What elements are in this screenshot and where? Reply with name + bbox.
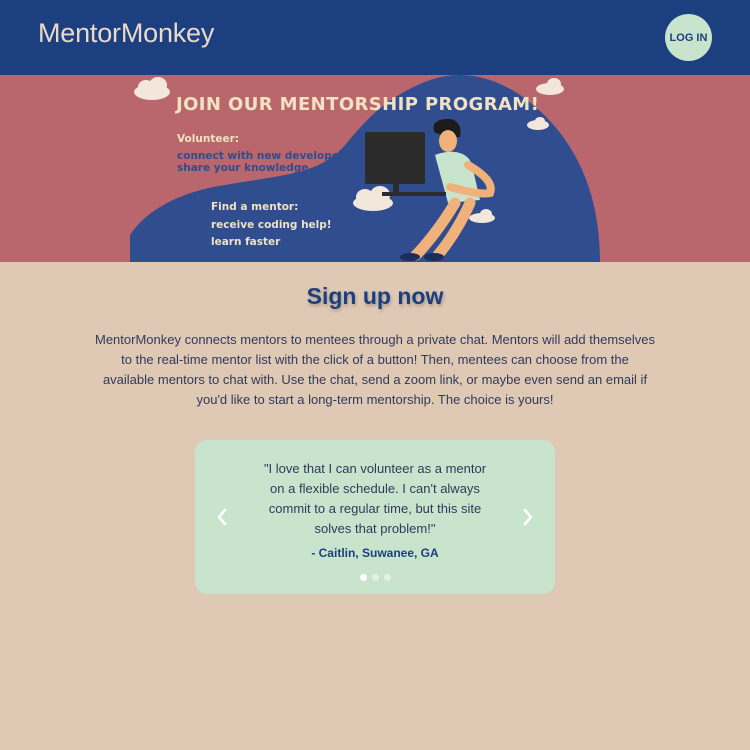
page-title: Sign up now [306, 283, 444, 309]
volunteer-line: share your knowledge [177, 162, 309, 174]
carousel-indicator-dot[interactable] [383, 574, 391, 581]
volunteer-line: connect with new developers [177, 150, 351, 162]
testimonial-author: - Caitlin, Suwanee, GA [311, 546, 439, 560]
mentor-line: learn faster [211, 236, 281, 248]
brand-logo-text[interactable]: MentorMonkey [38, 18, 214, 49]
banner-title: JOIN OUR MENTORSHIP PROGRAM! [176, 94, 540, 115]
testimonial-carousel: "I love that I can volunteer as a mentor… [195, 440, 555, 594]
chevron-right-icon [523, 508, 533, 526]
mentor-line: receive coding help! [211, 219, 332, 231]
intro-paragraph: MentorMonkey connects mentors to mentees… [95, 332, 655, 407]
chevron-left-icon [217, 508, 227, 526]
testimonial-quote: "I love that I can volunteer as a mentor… [263, 461, 487, 536]
carousel-indicator-dot[interactable] [359, 574, 367, 581]
carousel-prev-button[interactable] [212, 506, 232, 528]
carousel-indicators [195, 574, 555, 581]
carousel-next-button[interactable] [518, 506, 538, 528]
hero-banner: JOIN OUR MENTORSHIP PROGRAM! Volunteer: … [0, 75, 750, 262]
login-button[interactable]: LOG IN [665, 14, 712, 61]
top-navbar: MentorMonkey LOG IN [0, 0, 750, 75]
mentor-heading: Find a mentor: [211, 201, 299, 213]
volunteer-heading: Volunteer: [177, 133, 239, 145]
carousel-indicator-dot[interactable] [371, 574, 379, 581]
